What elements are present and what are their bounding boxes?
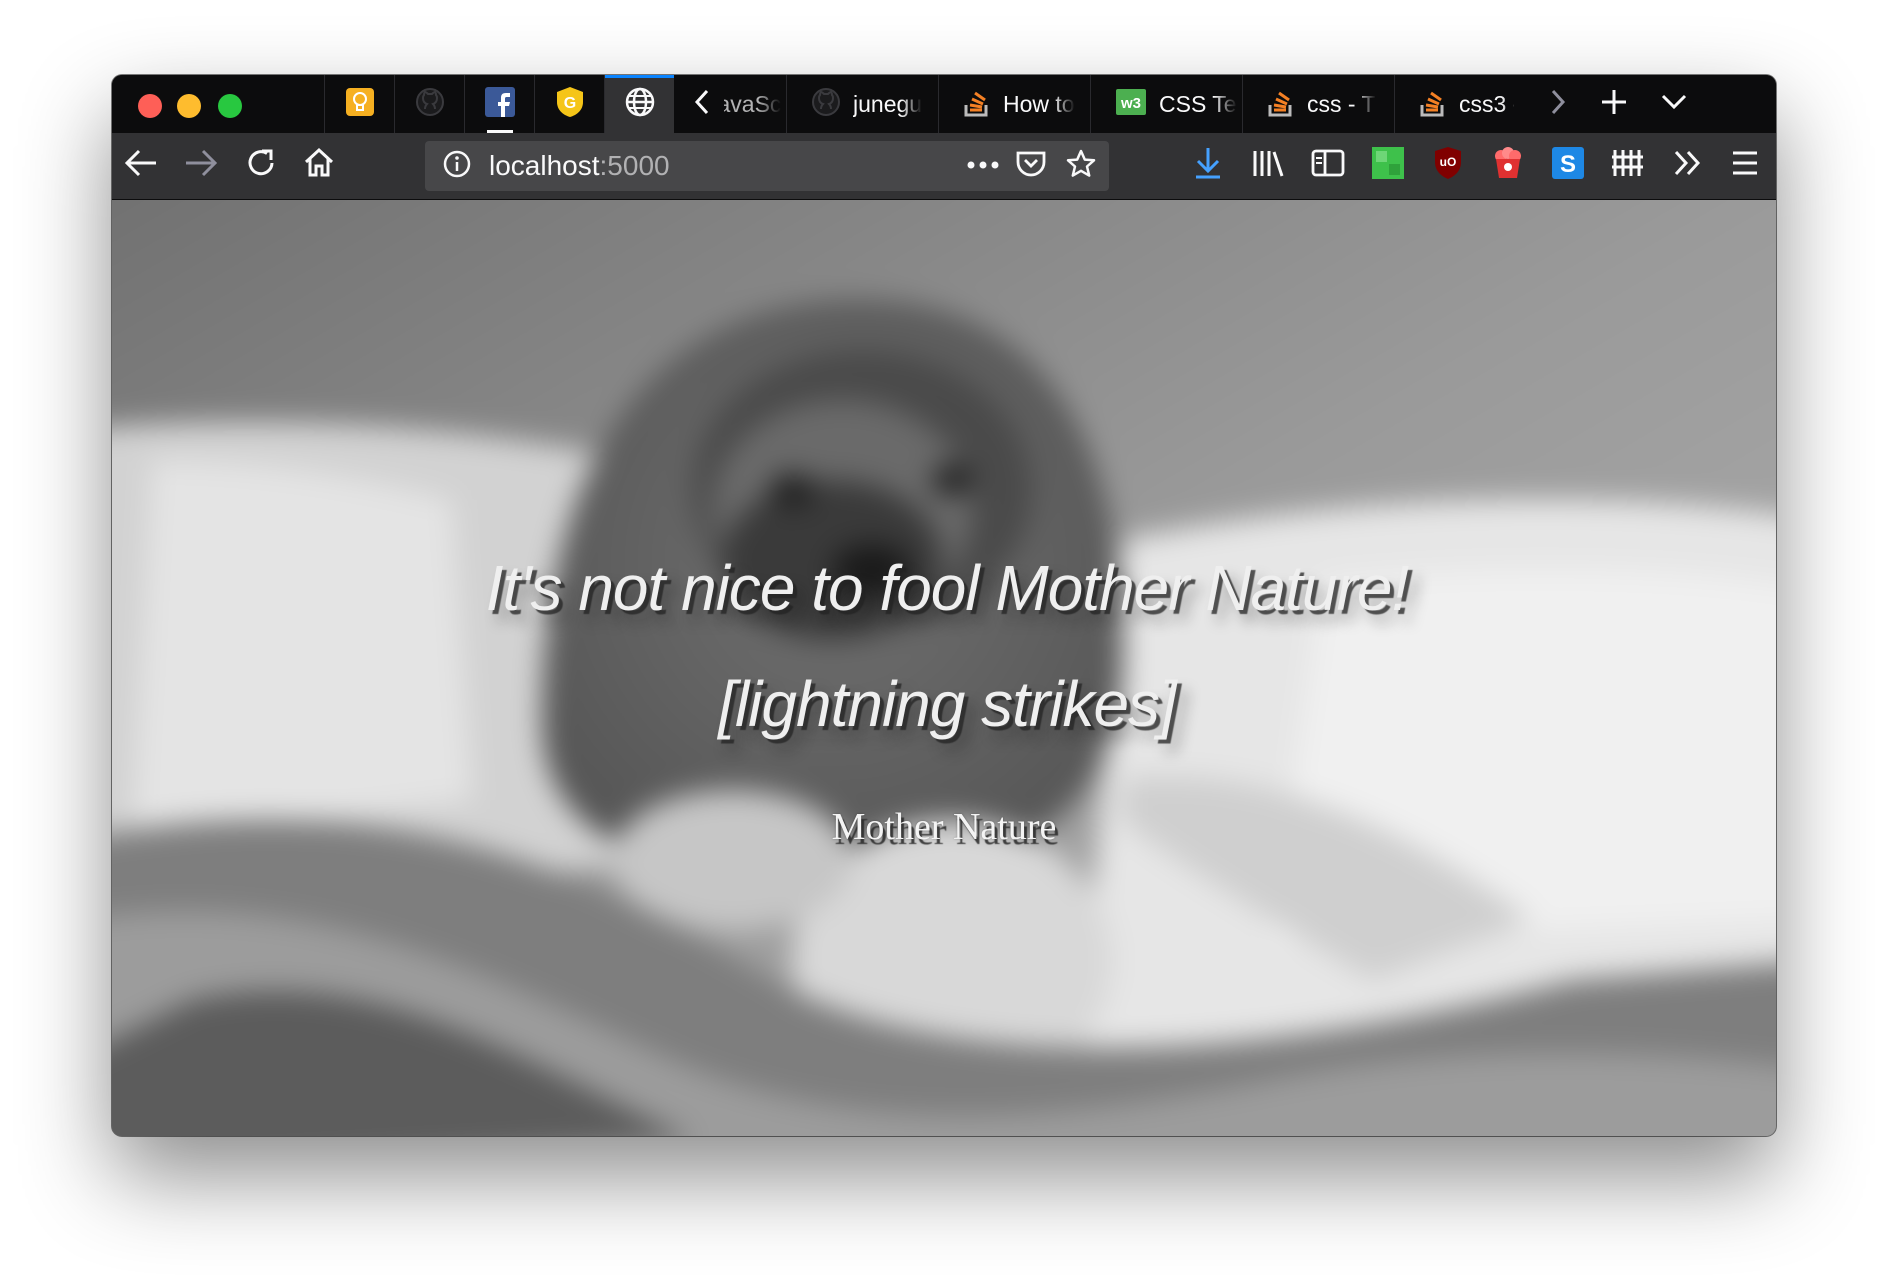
- tab-facebook[interactable]: [464, 75, 534, 133]
- forward-button[interactable]: [178, 142, 224, 188]
- url-port: :5000: [599, 150, 670, 181]
- pocket-button[interactable]: [1009, 144, 1053, 188]
- list-all-tabs-button[interactable]: [1654, 75, 1694, 133]
- extension-popcorn-icon: [1492, 146, 1524, 185]
- tab-css3-stackoverflow-label: css3 -: [1459, 90, 1514, 117]
- lightbulb-icon: [345, 87, 375, 122]
- sidebar-icon: [1311, 148, 1345, 183]
- chevron-left-icon: [693, 88, 711, 121]
- github-icon: [415, 87, 445, 122]
- tab-github-1[interactable]: [394, 75, 464, 133]
- extension-s-icon: S: [1552, 146, 1584, 184]
- tab-css-stackoverflow[interactable]: css - T: [1242, 75, 1394, 133]
- stackoverflow-icon: [1267, 87, 1295, 122]
- reload-icon: [245, 147, 277, 184]
- back-icon: [124, 149, 158, 182]
- home-icon: [303, 147, 335, 184]
- url-text[interactable]: localhost:5000: [489, 141, 670, 191]
- navigation-toolbar: localhost:5000 uO S: [112, 133, 1776, 200]
- extension-popcorn-button[interactable]: [1485, 142, 1531, 188]
- tab-css3-stackoverflow[interactable]: css3 -: [1394, 75, 1514, 133]
- github-icon: [811, 87, 841, 122]
- pocket-icon: [1015, 149, 1047, 184]
- tab-scroll-right-button[interactable]: [1538, 75, 1578, 133]
- extension-s-button[interactable]: S: [1545, 142, 1591, 188]
- quote-block: It's not nice to fool Mother Nature! [li…: [112, 200, 1776, 1136]
- svg-text:G: G: [563, 95, 575, 112]
- page-actions-icon: [966, 157, 1000, 175]
- extension-green-icon: [1372, 146, 1404, 184]
- url-bar[interactable]: localhost:5000: [425, 141, 1109, 191]
- svg-text:S: S: [1560, 151, 1576, 178]
- tab-localhost[interactable]: [604, 75, 674, 133]
- tab-javascript-label: JavaSc: [724, 90, 782, 117]
- w3schools-icon: w3: [1115, 88, 1147, 121]
- downloads-icon: [1193, 146, 1223, 185]
- menu-icon: [1731, 150, 1759, 181]
- quote-author: Mother Nature: [831, 806, 1057, 848]
- close-window-button[interactable]: [138, 94, 162, 118]
- sidebar-button[interactable]: [1305, 142, 1351, 188]
- stackoverflow-icon: [1419, 87, 1447, 122]
- tab-javascript[interactable]: JavaSc: [724, 75, 786, 133]
- bookmark-star-icon: [1065, 148, 1097, 185]
- plus-icon: [1599, 87, 1629, 122]
- tab-lightbulb[interactable]: [324, 75, 394, 133]
- facebook-icon: [484, 86, 516, 123]
- page-content: It's not nice to fool Mother Nature! [li…: [112, 200, 1776, 1136]
- tab-grammarly[interactable]: G: [534, 75, 604, 133]
- chevron-right-icon: [1549, 88, 1567, 121]
- ublock-button[interactable]: uO: [1425, 142, 1471, 188]
- info-icon: [442, 149, 472, 184]
- globe-icon: [624, 86, 656, 123]
- svg-text:w3: w3: [1120, 95, 1141, 112]
- tab-scroll-left-button[interactable]: [682, 75, 722, 133]
- maximize-window-button[interactable]: [218, 94, 242, 118]
- browser-window: G JavaSc junegu: [112, 75, 1776, 1136]
- downloads-button[interactable]: [1185, 142, 1231, 188]
- tab-css-stackoverflow-label: css - T: [1307, 90, 1376, 117]
- page-actions-button[interactable]: [961, 144, 1005, 188]
- back-button[interactable]: [118, 142, 164, 188]
- overflow-button[interactable]: [1665, 142, 1711, 188]
- extension-green-button[interactable]: [1365, 142, 1411, 188]
- overflow-icon: [1673, 149, 1703, 182]
- tab-css-tricks-label: CSS Te: [1159, 90, 1237, 117]
- extension-grid-icon: [1611, 148, 1645, 183]
- home-button[interactable]: [296, 142, 342, 188]
- library-icon: [1251, 148, 1285, 183]
- new-tab-button[interactable]: [1594, 75, 1634, 133]
- minimize-window-button[interactable]: [177, 94, 201, 118]
- chevron-down-icon: [1660, 92, 1688, 117]
- menu-button[interactable]: [1722, 142, 1768, 188]
- quote-text: It's not nice to fool Mother Nature! [li…: [485, 552, 1442, 740]
- url-host: localhost: [489, 150, 600, 181]
- tab-strip: G JavaSc junegu: [112, 75, 1776, 133]
- reload-button[interactable]: [238, 142, 284, 188]
- tab-css-tricks[interactable]: w3 CSS Te: [1090, 75, 1242, 133]
- extension-grid-button[interactable]: [1605, 142, 1651, 188]
- grammarly-icon: G: [555, 86, 585, 123]
- svg-text:uO: uO: [1440, 155, 1457, 169]
- bookmark-button[interactable]: [1059, 144, 1103, 188]
- tab-junegu[interactable]: junegu: [786, 75, 938, 133]
- ublock-icon: uO: [1433, 146, 1463, 185]
- site-info-button[interactable]: [435, 144, 479, 188]
- tab-how-to-label: How to: [1003, 90, 1075, 117]
- tab-junegu-label: junegu: [853, 90, 923, 117]
- tab-how-to[interactable]: How to: [938, 75, 1090, 133]
- stackoverflow-icon: [963, 87, 991, 122]
- library-button[interactable]: [1245, 142, 1291, 188]
- forward-icon: [184, 149, 218, 182]
